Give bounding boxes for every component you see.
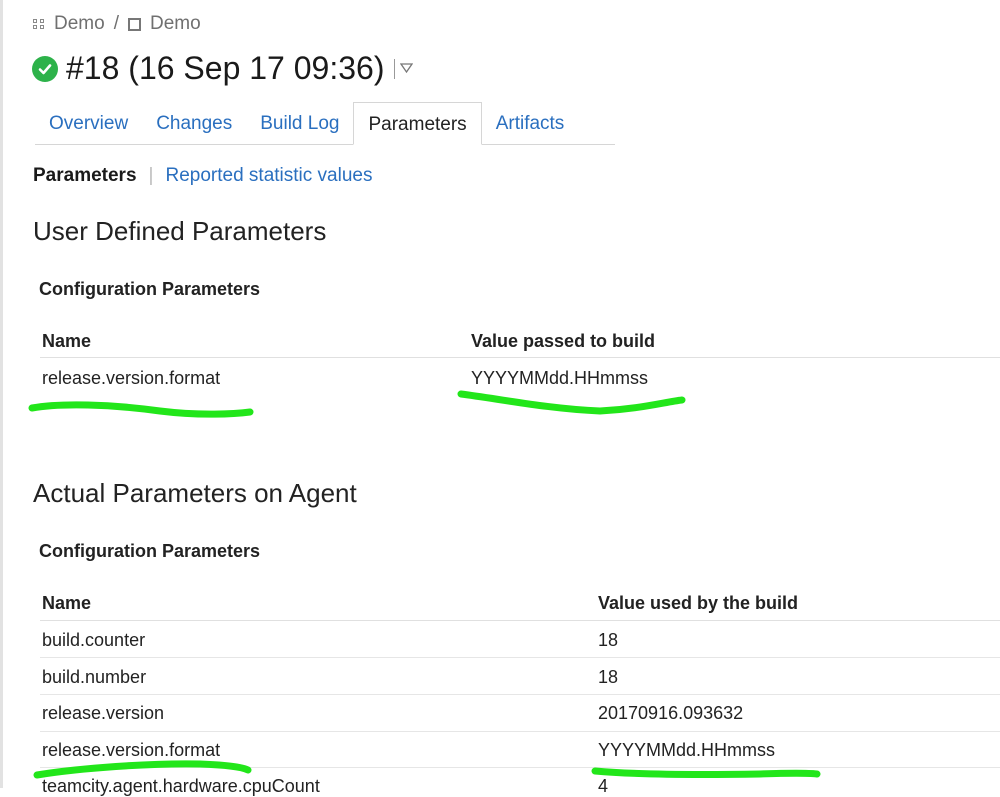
actual-value-header: Value used by the build [598,593,799,613]
breadcrumb-separator: / [113,13,119,34]
breadcrumb-build-config-link[interactable]: Demo [150,13,201,35]
table-row-value: YYYYMMdd.HHmmss [598,740,776,760]
table-row-name: build.counter [42,630,146,650]
table-row-name: build.number [42,667,147,687]
tab-artifacts[interactable]: Artifacts [482,102,579,144]
tab-build-log[interactable]: Build Log [246,102,353,144]
row-divider [40,731,1000,732]
table-row-value: 4 [598,776,609,796]
tab-parameters[interactable]: Parameters [353,102,482,145]
table-row-value: 18 [598,667,619,687]
highlight-stroke [28,401,254,418]
chevron-down-icon[interactable] [400,60,414,78]
build-title-row: #18 (16 Sep 17 09:36) [32,50,414,87]
success-check-icon [32,55,58,82]
subtab-parameters[interactable]: Parameters [33,165,137,187]
subtab-separator: | [148,165,154,186]
highlight-stroke [457,390,686,415]
title-divider [394,58,396,79]
page-left-border [0,0,3,788]
table-row-name: teamcity.agent.hardware.cpuCount [42,776,320,796]
breadcrumb-project-link[interactable]: Demo [54,13,105,35]
actual-params-heading: Actual Parameters on Agent [33,478,357,508]
project-grid-icon [33,19,45,29]
user-defined-heading: User Defined Parameters [33,216,327,246]
tab-overview[interactable]: Overview [35,102,142,144]
actual-header-line [40,620,1000,621]
actual-config-heading: Configuration Parameters [39,541,261,561]
user-defined-name-header: Name [42,331,92,351]
tab-changes[interactable]: Changes [142,102,246,144]
user-defined-value-header: Value passed to build [471,331,656,351]
tab-bar: Overview Changes Build Log Parameters Ar… [35,102,579,145]
actual-name-header: Name [42,593,92,613]
user-defined-row-name: release.version.format [42,368,221,388]
highlight-stroke [33,760,252,779]
highlight-stroke [591,767,821,779]
row-divider [40,694,1000,695]
page-title: #18 (16 Sep 17 09:36) [66,50,385,86]
user-defined-row-value: YYYYMMdd.HHmmss [471,368,649,388]
build-config-icon [127,17,141,31]
subtab-bar: Parameters | Reported statistic values [33,165,372,187]
row-divider [40,657,1000,658]
tabs-underline [35,144,615,145]
breadcrumb: Demo / Demo [33,13,201,35]
table-row-name: release.version.format [42,740,221,760]
subtab-reported-statistics[interactable]: Reported statistic values [165,165,372,187]
user-defined-config-heading: Configuration Parameters [39,279,261,299]
table-row-value: 20170916.093632 [598,703,744,723]
row-divider [40,767,1000,768]
table-row-name: release.version [42,703,165,723]
table-row-value: 18 [598,630,619,650]
user-defined-header-line [40,357,1000,358]
